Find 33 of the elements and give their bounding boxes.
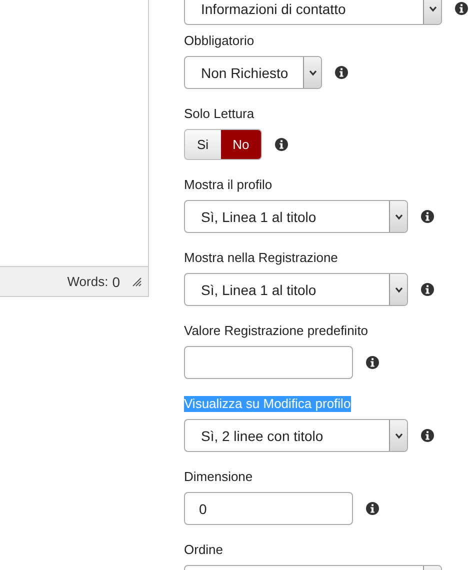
field-label: Visualizza su Modifica profilo <box>184 396 351 412</box>
field-label: Obbligatorio <box>184 33 254 49</box>
toggle-option[interactable]: Si <box>185 130 221 159</box>
info-icon[interactable] <box>335 66 348 79</box>
info-icon[interactable] <box>421 210 434 223</box>
info-icon[interactable] <box>455 2 468 15</box>
word-count: 0 <box>112 274 120 290</box>
select-field[interactable]: Sì, 2 linee con titolo <box>184 419 408 452</box>
input-field[interactable]: 0 <box>184 492 353 525</box>
word-count-label: Words: <box>67 274 108 289</box>
select-field[interactable]: Informazioni di contatto <box>184 0 442 25</box>
chevron-down-icon <box>394 214 402 220</box>
chevron-down-icon <box>394 432 402 438</box>
info-icon[interactable] <box>275 138 288 151</box>
field-label: Dimensione <box>184 469 253 485</box>
resize-grip-icon[interactable] <box>132 276 142 286</box>
info-icon[interactable] <box>366 502 379 515</box>
field-label: Mostra il profilo <box>184 177 272 193</box>
field-label: Ordine <box>184 542 224 558</box>
select-field[interactable]: Non Richiesto <box>184 56 322 89</box>
field-label: Mostra nella Registrazione <box>184 250 338 266</box>
chevron-down-icon <box>394 286 402 292</box>
info-icon[interactable] <box>421 283 434 296</box>
input-field[interactable] <box>184 346 353 379</box>
chevron-down-icon <box>308 70 316 76</box>
info-icon[interactable] <box>421 429 434 442</box>
field-label: Valore Registrazione predefinito <box>184 323 368 339</box>
field-label: Solo Lettura <box>184 106 254 122</box>
info-icon[interactable] <box>366 356 379 369</box>
select-field[interactable]: Sì, Linea 1 al titolo <box>184 200 408 233</box>
chevron-down-icon <box>428 6 436 12</box>
toggle-option[interactable]: No <box>220 130 262 159</box>
select-field[interactable]: Sì, Linea 1 al titolo <box>184 273 408 306</box>
